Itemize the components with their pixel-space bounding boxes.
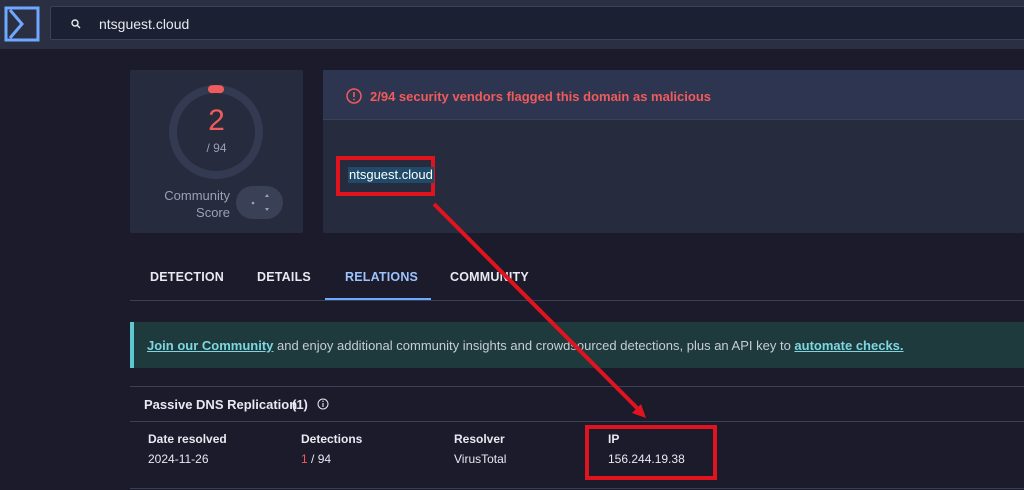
info-icon[interactable] [317,398,329,410]
section-title: Passive DNS Replication [144,397,298,412]
automate-checks-link[interactable]: automate checks. [794,338,903,353]
annotation-box-ip [585,425,717,480]
alert-text: 2/94 security vendors flagged this domai… [370,89,712,104]
search-input[interactable]: ntsguest.cloud [99,16,189,32]
passive-dns-section: Passive DNS Replication (1) Date resolve… [130,386,1024,490]
detection-count: 2 [208,104,225,137]
section-count: (1) [292,397,308,412]
divider [130,421,1024,422]
virustotal-logo-icon[interactable] [4,6,40,42]
community-score-label: Community Score [164,188,230,220]
cell-detections: 1 / 94 [301,452,332,466]
alert-circle-icon [346,88,362,104]
header-detections: Detections [301,432,363,446]
search-bar[interactable]: ntsguest.cloud [50,6,1024,40]
tab-relations[interactable]: RELATIONS [345,270,418,284]
detection-total: / 94 [206,141,227,155]
detection-score-card: 2 / 94 Community Score [130,70,303,233]
divider [130,488,1024,489]
annotation-box-domain: ntsguest.cloud [336,156,435,196]
active-tab-indicator [325,298,431,300]
join-community-link[interactable]: Join our Community [147,338,273,353]
cell-resolver: VirusTotal [454,452,507,466]
domain-summary-card: 2/94 security vendors flagged this domai… [323,70,1024,233]
top-bar: ntsguest.cloud [0,0,1024,49]
tab-bar: DETECTION DETAILS RELATIONS COMMUNITY [130,257,1024,301]
tab-community[interactable]: COMMUNITY [450,270,529,284]
malicious-alert: 2/94 security vendors flagged this domai… [323,70,1024,120]
banner-text: Join our Community and enjoy additional … [147,338,904,353]
header-resolver: Resolver [454,432,505,446]
search-icon [71,19,81,29]
join-community-banner: Join our Community and enjoy additional … [130,322,1024,368]
tab-details[interactable]: DETAILS [257,270,311,284]
tab-detection[interactable]: DETECTION [150,270,224,284]
header-date-resolved: Date resolved [148,432,227,446]
community-vote-control[interactable] [236,186,283,219]
cell-date: 2024-11-26 [148,452,209,466]
domain-name[interactable]: ntsguest.cloud [348,167,434,183]
